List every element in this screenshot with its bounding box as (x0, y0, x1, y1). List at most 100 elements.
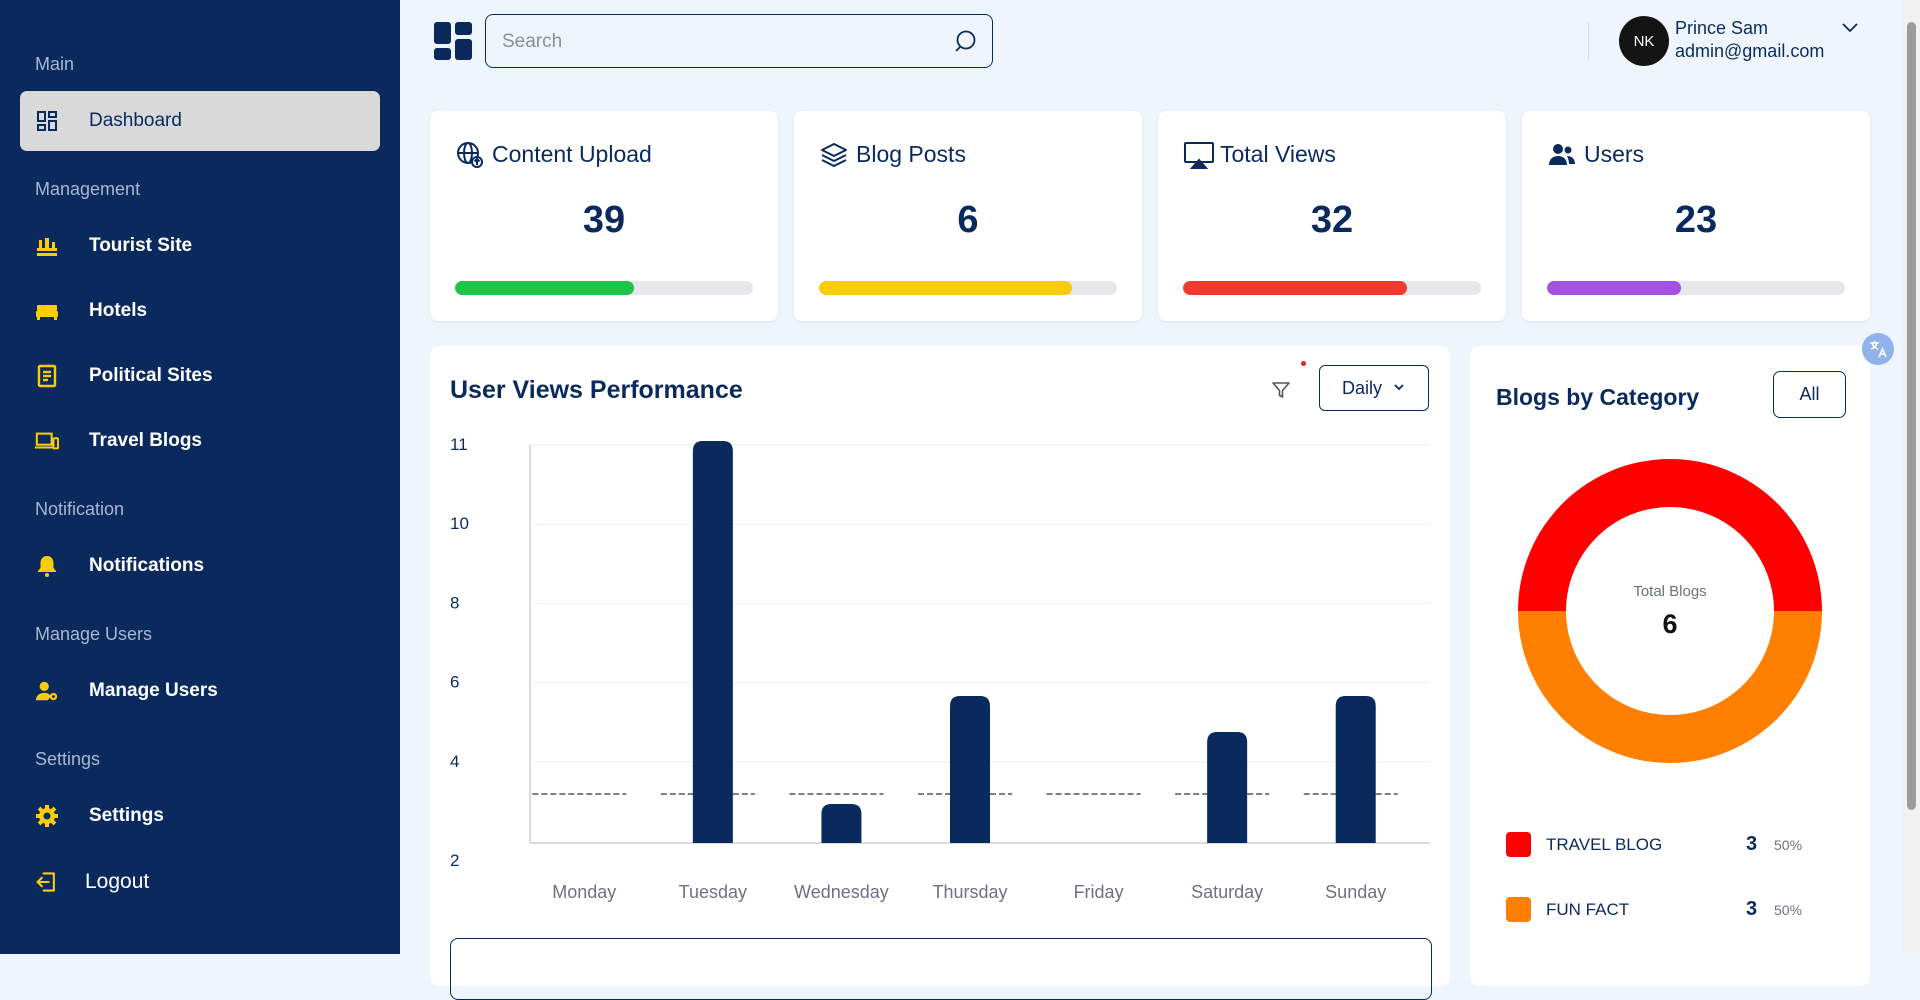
donut-center-label: Total Blogs (1633, 583, 1707, 600)
sidebar-item-label: Hotels (89, 300, 148, 321)
stat-title: Content Upload (492, 141, 652, 167)
scrollbar-thumb[interactable] (1907, 22, 1916, 810)
legend-count: 3 (1746, 898, 1758, 920)
sidebar-item-label: Notifications (89, 555, 205, 576)
progress-fill (819, 281, 1073, 295)
legend-name: TRAVEL BLOG (1546, 835, 1663, 854)
translate-icon[interactable] (1862, 333, 1894, 365)
layers-icon (820, 141, 848, 169)
user-name: Prince Sam (1675, 18, 1769, 38)
x-tick-label: Tuesday (679, 882, 747, 902)
stat-title: Users (1584, 141, 1645, 167)
sidebar-item-dashboard[interactable]: Dashboard (20, 91, 380, 151)
section-title-main: Main (35, 54, 75, 74)
bell-icon (35, 554, 59, 578)
header-divider (1588, 22, 1589, 60)
section-title-notification: Notification (35, 499, 125, 519)
legend-swatch (1506, 832, 1531, 857)
category-filter-button[interactable]: All (1773, 371, 1846, 418)
y-tick-label: 4 (450, 752, 459, 771)
progress-fill (1183, 281, 1407, 295)
progress-track (1183, 281, 1481, 295)
chart-footer-panel (450, 938, 1432, 1000)
bar (692, 441, 733, 843)
document-icon (35, 364, 59, 388)
app-grid-icon[interactable] (434, 22, 472, 60)
search-input[interactable] (500, 25, 934, 59)
avatar[interactable]: NK (1619, 16, 1669, 66)
donut-title: Blogs by Category (1496, 384, 1700, 410)
chevron-down-icon[interactable] (1840, 18, 1860, 43)
sidebar-item-settings[interactable]: Settings (20, 786, 380, 846)
bar (1207, 732, 1248, 843)
stat-value: 39 (582, 199, 626, 241)
legend-item: FUN FACT 3 50% (1506, 895, 1846, 925)
search-icon[interactable] (954, 29, 978, 58)
y-tick-label: 11 (450, 435, 468, 454)
user-views-performance-card: 11 10 8 6 4 2 Monday Tuesday Wednesday Thursday Fr… (430, 346, 1450, 1000)
logout-button[interactable]: Logout (20, 852, 380, 912)
x-tick-label: Wednesday (794, 882, 889, 902)
sidebar: Main Dashboard Management Tourist Site H… (0, 0, 400, 954)
legend-percent: 50% (1774, 837, 1803, 853)
legend-percent: 50% (1774, 902, 1803, 918)
filter-icon[interactable] (1271, 380, 1291, 405)
sidebar-item-label: Settings (89, 805, 164, 826)
y-tick-label: 10 (450, 514, 469, 533)
bar-chart: 11 10 8 6 4 2 Monday Tuesday Wednesday Thursday Fr… (450, 435, 1430, 902)
sidebar-item-hotels[interactable]: Hotels (20, 281, 380, 341)
blogs-by-category-card: Blogs by Category All Total Blogs 6 TRAV… (1470, 346, 1870, 986)
chart-title: User Views Performance (450, 376, 743, 404)
stat-title: Total Views (1220, 141, 1336, 167)
y-tick-label: 2 (450, 851, 459, 870)
sidebar-item-label: Manage Users (89, 680, 218, 701)
screen-cast-icon (1184, 141, 1214, 169)
sidebar-item-label: Political Sites (89, 365, 213, 386)
logout-label: Logout (85, 870, 150, 893)
progress-track (455, 281, 753, 295)
sidebar-item-travel-blogs[interactable]: Travel Blogs (20, 411, 380, 471)
x-tick-label: Saturday (1191, 882, 1263, 902)
tourist-site-icon (35, 234, 59, 258)
users-icon (1548, 141, 1576, 169)
stat-title: Blog Posts (856, 141, 966, 167)
x-tick-label: Thursday (932, 882, 1007, 902)
stat-card-content-upload: Content Upload 39 (430, 111, 778, 321)
progress-track (1547, 281, 1845, 295)
legend-item: TRAVEL BLOG 3 50% (1506, 830, 1846, 860)
bar (821, 804, 862, 843)
progress-fill (1547, 281, 1682, 295)
sidebar-item-manage-users[interactable]: Manage Users (20, 661, 380, 721)
sidebar-item-political-sites[interactable]: Political Sites (20, 346, 380, 406)
notification-dot (1301, 361, 1306, 366)
user-gear-icon (35, 679, 59, 703)
sidebar-item-tourist-site[interactable]: Tourist Site (20, 216, 380, 276)
progress-track (819, 281, 1117, 295)
search-box (485, 14, 993, 68)
section-title-settings: Settings (35, 749, 101, 769)
section-title-manage-users: Manage Users (35, 624, 153, 644)
scrollbar[interactable] (1903, 0, 1920, 954)
stat-value: 6 (957, 199, 979, 241)
sidebar-item-label: Tourist Site (89, 235, 193, 256)
stat-value: 23 (1674, 199, 1718, 241)
logout-icon (35, 870, 59, 894)
y-tick-label: 8 (450, 593, 459, 612)
stat-card-total-views: Total Views 32 (1158, 111, 1506, 321)
bar (1335, 696, 1376, 843)
bed-icon (35, 299, 59, 323)
x-tick-label: Friday (1074, 882, 1124, 902)
sidebar-item-label: Travel Blogs (89, 430, 202, 451)
legend-count: 3 (1746, 833, 1758, 855)
period-dropdown[interactable]: Daily (1319, 365, 1429, 411)
y-tick-label: 6 (450, 673, 459, 692)
donut-center-value: 6 (1662, 609, 1678, 639)
globe-upload-icon (456, 141, 484, 169)
section-title-management: Management (35, 179, 141, 199)
period-label: Daily (1341, 377, 1382, 398)
gear-icon (35, 804, 59, 828)
sidebar-item-label: Dashboard (89, 110, 182, 131)
user-email: admin@gmail.com (1675, 41, 1825, 61)
stat-value: 32 (1310, 199, 1354, 241)
sidebar-item-notifications[interactable]: Notifications (20, 536, 380, 596)
